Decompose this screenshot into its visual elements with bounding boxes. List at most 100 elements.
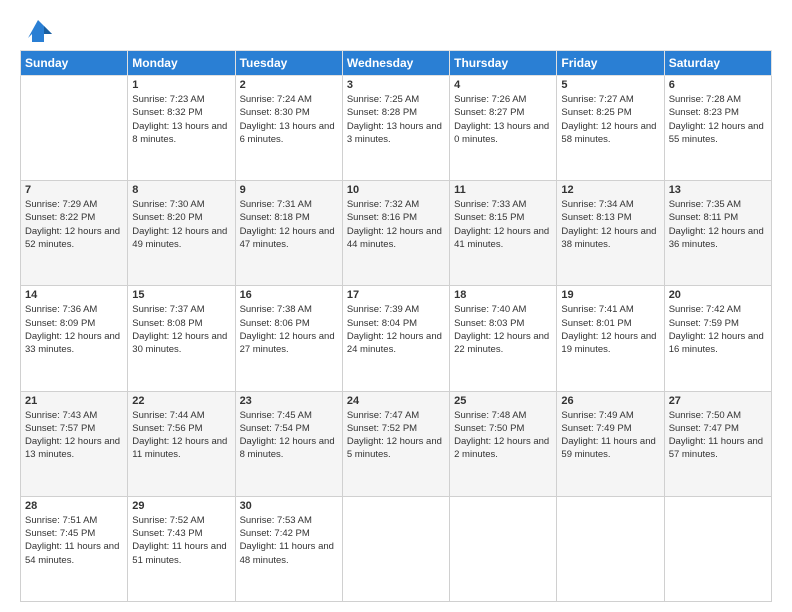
calendar-cell: 5 Sunrise: 7:27 AM Sunset: 8:25 PM Daylig… bbox=[557, 76, 664, 181]
calendar-cell: 10 Sunrise: 7:32 AM Sunset: 8:16 PM Dayli… bbox=[342, 181, 449, 286]
calendar-cell: 1 Sunrise: 7:23 AM Sunset: 8:32 PM Daylig… bbox=[128, 76, 235, 181]
calendar-cell bbox=[664, 496, 771, 601]
week-row-1: 7 Sunrise: 7:29 AM Sunset: 8:22 PM Daylig… bbox=[21, 181, 772, 286]
cell-info: Sunrise: 7:25 AM Sunset: 8:28 PM Dayligh… bbox=[347, 93, 445, 146]
cell-info: Sunrise: 7:30 AM Sunset: 8:20 PM Dayligh… bbox=[132, 198, 230, 251]
col-header-wednesday: Wednesday bbox=[342, 51, 449, 76]
day-number: 6 bbox=[669, 79, 767, 91]
calendar-cell: 12Sunrise: 7:34 AM Sunset: 8:13 PM Dayli… bbox=[557, 181, 664, 286]
calendar-cell: 28 Sunrise: 7:51 AM Sunset: 7:45 PM Dayli… bbox=[21, 496, 128, 601]
col-header-monday: Monday bbox=[128, 51, 235, 76]
calendar-cell bbox=[450, 496, 557, 601]
week-row-4: 28 Sunrise: 7:51 AM Sunset: 7:45 PM Dayli… bbox=[21, 496, 772, 601]
header bbox=[20, 16, 772, 44]
calendar-cell: 21Sunrise: 7:43 AM Sunset: 7:57 PM Dayli… bbox=[21, 391, 128, 496]
cell-info: Sunrise: 7:32 AM Sunset: 8:16 PM Dayligh… bbox=[347, 198, 445, 251]
page: SundayMondayTuesdayWednesdayThursdayFrid… bbox=[0, 0, 792, 612]
day-number: 29 bbox=[132, 500, 230, 512]
col-header-tuesday: Tuesday bbox=[235, 51, 342, 76]
cell-info: Sunrise: 7:28 AM Sunset: 8:23 PM Dayligh… bbox=[669, 93, 767, 146]
day-number: 19 bbox=[561, 289, 659, 301]
day-number: 7 bbox=[25, 184, 123, 196]
calendar-cell: 17 Sunrise: 7:39 AM Sunset: 8:04 PM Dayli… bbox=[342, 286, 449, 391]
calendar-cell: 6 Sunrise: 7:28 AM Sunset: 8:23 PM Daylig… bbox=[664, 76, 771, 181]
day-number: 28 bbox=[25, 500, 123, 512]
calendar-cell: 8Sunrise: 7:30 AM Sunset: 8:20 PM Daylig… bbox=[128, 181, 235, 286]
logo-icon bbox=[24, 16, 52, 44]
cell-info: Sunrise: 7:29 AM Sunset: 8:22 PM Dayligh… bbox=[25, 198, 123, 251]
calendar-cell: 16Sunrise: 7:38 AM Sunset: 8:06 PM Dayli… bbox=[235, 286, 342, 391]
calendar-cell: 13 Sunrise: 7:35 AM Sunset: 8:11 PM Dayli… bbox=[664, 181, 771, 286]
col-header-friday: Friday bbox=[557, 51, 664, 76]
cell-info: Sunrise: 7:49 AM Sunset: 7:49 PM Dayligh… bbox=[561, 409, 659, 462]
day-number: 23 bbox=[240, 395, 338, 407]
day-number: 2 bbox=[240, 79, 338, 91]
calendar-cell bbox=[21, 76, 128, 181]
calendar-cell: 15 Sunrise: 7:37 AM Sunset: 8:08 PM Dayli… bbox=[128, 286, 235, 391]
day-number: 10 bbox=[347, 184, 445, 196]
calendar-cell: 4 Sunrise: 7:26 AM Sunset: 8:27 PM Daylig… bbox=[450, 76, 557, 181]
cell-info: Sunrise: 7:37 AM Sunset: 8:08 PM Dayligh… bbox=[132, 303, 230, 356]
calendar-cell: 20 Sunrise: 7:42 AM Sunset: 7:59 PM Dayli… bbox=[664, 286, 771, 391]
cell-info: Sunrise: 7:53 AM Sunset: 7:42 PM Dayligh… bbox=[240, 514, 338, 567]
calendar-table: SundayMondayTuesdayWednesdayThursdayFrid… bbox=[20, 50, 772, 602]
day-number: 4 bbox=[454, 79, 552, 91]
week-row-0: 1 Sunrise: 7:23 AM Sunset: 8:32 PM Daylig… bbox=[21, 76, 772, 181]
cell-info: Sunrise: 7:39 AM Sunset: 8:04 PM Dayligh… bbox=[347, 303, 445, 356]
cell-info: Sunrise: 7:45 AM Sunset: 7:54 PM Dayligh… bbox=[240, 409, 338, 462]
calendar-cell bbox=[557, 496, 664, 601]
cell-info: Sunrise: 7:34 AM Sunset: 8:13 PM Dayligh… bbox=[561, 198, 659, 251]
cell-info: Sunrise: 7:36 AM Sunset: 8:09 PM Dayligh… bbox=[25, 303, 123, 356]
day-number: 3 bbox=[347, 79, 445, 91]
day-number: 30 bbox=[240, 500, 338, 512]
cell-info: Sunrise: 7:42 AM Sunset: 7:59 PM Dayligh… bbox=[669, 303, 767, 356]
calendar-cell: 24 Sunrise: 7:47 AM Sunset: 7:52 PM Dayli… bbox=[342, 391, 449, 496]
day-number: 5 bbox=[561, 79, 659, 91]
calendar-cell: 11 Sunrise: 7:33 AM Sunset: 8:15 PM Dayli… bbox=[450, 181, 557, 286]
day-number: 11 bbox=[454, 184, 552, 196]
day-number: 1 bbox=[132, 79, 230, 91]
day-number: 25 bbox=[454, 395, 552, 407]
cell-info: Sunrise: 7:33 AM Sunset: 8:15 PM Dayligh… bbox=[454, 198, 552, 251]
col-header-thursday: Thursday bbox=[450, 51, 557, 76]
calendar-cell: 14 Sunrise: 7:36 AM Sunset: 8:09 PM Dayli… bbox=[21, 286, 128, 391]
day-number: 20 bbox=[669, 289, 767, 301]
week-row-2: 14 Sunrise: 7:36 AM Sunset: 8:09 PM Dayli… bbox=[21, 286, 772, 391]
calendar-cell: 22Sunrise: 7:44 AM Sunset: 7:56 PM Dayli… bbox=[128, 391, 235, 496]
cell-info: Sunrise: 7:51 AM Sunset: 7:45 PM Dayligh… bbox=[25, 514, 123, 567]
day-number: 27 bbox=[669, 395, 767, 407]
cell-info: Sunrise: 7:48 AM Sunset: 7:50 PM Dayligh… bbox=[454, 409, 552, 462]
day-number: 9 bbox=[240, 184, 338, 196]
calendar-cell: 23 Sunrise: 7:45 AM Sunset: 7:54 PM Dayli… bbox=[235, 391, 342, 496]
cell-info: Sunrise: 7:27 AM Sunset: 8:25 PM Dayligh… bbox=[561, 93, 659, 146]
cell-info: Sunrise: 7:24 AM Sunset: 8:30 PM Dayligh… bbox=[240, 93, 338, 146]
cell-info: Sunrise: 7:23 AM Sunset: 8:32 PM Dayligh… bbox=[132, 93, 230, 146]
day-number: 21 bbox=[25, 395, 123, 407]
day-number: 18 bbox=[454, 289, 552, 301]
calendar-cell bbox=[342, 496, 449, 601]
cell-info: Sunrise: 7:35 AM Sunset: 8:11 PM Dayligh… bbox=[669, 198, 767, 251]
cell-info: Sunrise: 7:44 AM Sunset: 7:56 PM Dayligh… bbox=[132, 409, 230, 462]
calendar-cell: 27 Sunrise: 7:50 AM Sunset: 7:47 PM Dayli… bbox=[664, 391, 771, 496]
calendar-cell: 29 Sunrise: 7:52 AM Sunset: 7:43 PM Dayli… bbox=[128, 496, 235, 601]
col-header-saturday: Saturday bbox=[664, 51, 771, 76]
calendar-cell: 19 Sunrise: 7:41 AM Sunset: 8:01 PM Dayli… bbox=[557, 286, 664, 391]
calendar-cell: 9Sunrise: 7:31 AM Sunset: 8:18 PM Daylig… bbox=[235, 181, 342, 286]
day-number: 15 bbox=[132, 289, 230, 301]
cell-info: Sunrise: 7:38 AM Sunset: 8:06 PM Dayligh… bbox=[240, 303, 338, 356]
calendar-cell: 7 Sunrise: 7:29 AM Sunset: 8:22 PM Daylig… bbox=[21, 181, 128, 286]
header-row: SundayMondayTuesdayWednesdayThursdayFrid… bbox=[21, 51, 772, 76]
day-number: 13 bbox=[669, 184, 767, 196]
cell-info: Sunrise: 7:47 AM Sunset: 7:52 PM Dayligh… bbox=[347, 409, 445, 462]
cell-info: Sunrise: 7:41 AM Sunset: 8:01 PM Dayligh… bbox=[561, 303, 659, 356]
day-number: 14 bbox=[25, 289, 123, 301]
day-number: 17 bbox=[347, 289, 445, 301]
cell-info: Sunrise: 7:40 AM Sunset: 8:03 PM Dayligh… bbox=[454, 303, 552, 356]
week-row-3: 21Sunrise: 7:43 AM Sunset: 7:57 PM Dayli… bbox=[21, 391, 772, 496]
cell-info: Sunrise: 7:52 AM Sunset: 7:43 PM Dayligh… bbox=[132, 514, 230, 567]
calendar-cell: 3 Sunrise: 7:25 AM Sunset: 8:28 PM Daylig… bbox=[342, 76, 449, 181]
cell-info: Sunrise: 7:50 AM Sunset: 7:47 PM Dayligh… bbox=[669, 409, 767, 462]
calendar-cell: 18 Sunrise: 7:40 AM Sunset: 8:03 PM Dayli… bbox=[450, 286, 557, 391]
cell-info: Sunrise: 7:26 AM Sunset: 8:27 PM Dayligh… bbox=[454, 93, 552, 146]
day-number: 24 bbox=[347, 395, 445, 407]
